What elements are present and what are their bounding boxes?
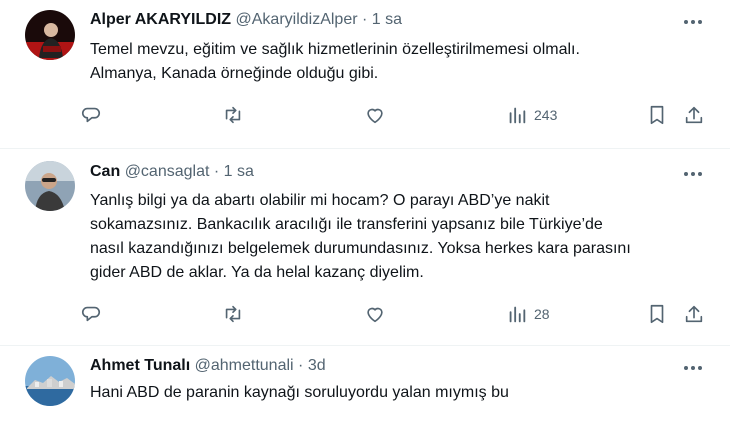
more-icon[interactable] <box>680 12 706 32</box>
bookmark-button[interactable] <box>646 104 668 126</box>
reply-button[interactable] <box>80 104 102 126</box>
retweet-button[interactable] <box>222 303 244 325</box>
tweet-2[interactable]: Can @cansaglat · 1 sa Yanlış bilgi ya da… <box>0 149 730 346</box>
share-button[interactable] <box>683 104 705 126</box>
reply-button[interactable] <box>80 303 102 325</box>
separator-dot: · <box>213 163 220 180</box>
tweet-text: Temel mevzu, eğitim ve sağlık hizmetleri… <box>90 38 580 86</box>
tweet-1[interactable]: Alper AKARYILDIZ @AkaryildizAlper · 1 sa… <box>0 0 730 149</box>
reply-icon <box>81 107 101 123</box>
share-button[interactable] <box>683 303 705 325</box>
more-icon[interactable] <box>680 358 706 378</box>
views-button[interactable]: 243 <box>506 104 557 126</box>
tweet-text-line: gider ABD de aklar. Ya da helal kazanç d… <box>90 264 424 281</box>
share-icon <box>685 106 703 124</box>
views-icon <box>509 107 526 124</box>
views-button[interactable]: 28 <box>506 303 550 325</box>
timestamp[interactable]: 3d <box>308 357 326 374</box>
separator-dot: · <box>298 357 304 374</box>
display-name[interactable]: Alper AKARYILDIZ <box>90 11 231 28</box>
views-icon <box>509 306 526 323</box>
like-button[interactable] <box>364 303 386 325</box>
handle[interactable]: @AkaryildizAlper <box>236 11 358 28</box>
tweet-header: Ahmet Tunalı @ahmettunali · 3d <box>90 356 326 376</box>
action-bar: 28 <box>0 303 730 327</box>
tweet-header: Can @cansaglat · 1 sa <box>90 162 254 182</box>
action-bar: 243 <box>0 104 730 128</box>
more-icon[interactable] <box>680 164 706 184</box>
handle[interactable]: @cansaglat <box>125 163 210 180</box>
tweet-text-line: Temel mevzu, eğitim ve sağlık hizmetleri… <box>90 41 580 58</box>
tweet-text-line: sokamazsınız. Bankacılık aracılığı ile t… <box>90 216 603 233</box>
display-name[interactable]: Ahmet Tunalı <box>90 357 190 374</box>
separator-dot: · <box>362 11 368 28</box>
display-name[interactable]: Can <box>90 163 120 180</box>
tweet-text-line: Almanya, Kanada örneğinde olduğu gibi. <box>90 65 379 82</box>
bookmark-icon <box>650 304 664 324</box>
tweet-text: Hani ABD de paranin kaynağı soruluyordu … <box>90 381 509 405</box>
views-count: 243 <box>534 107 558 123</box>
bookmark-icon <box>650 105 664 125</box>
handle[interactable]: @ahmettunali <box>195 357 294 374</box>
avatar[interactable] <box>25 161 75 211</box>
retweet-button[interactable] <box>222 104 244 126</box>
bookmark-button[interactable] <box>646 303 668 325</box>
timestamp[interactable]: 1 sa <box>224 163 254 180</box>
retweet-icon <box>225 106 241 124</box>
tweet-text: Yanlış bilgi ya da abartı olabilir mi ho… <box>90 189 631 285</box>
share-icon <box>685 305 703 323</box>
views-count: 28 <box>534 306 550 322</box>
tweet-text-line: Hani ABD de paranin kaynağı soruluyordu … <box>90 384 509 401</box>
tweet-3[interactable]: Ahmet Tunalı @ahmettunali · 3d Hani ABD … <box>0 346 730 421</box>
like-icon <box>367 307 383 323</box>
like-icon <box>367 108 383 124</box>
tweet-text-line: nasıl kazandığınızı belgelemek durumunda… <box>90 240 631 257</box>
avatar[interactable] <box>25 10 75 60</box>
timestamp[interactable]: 1 sa <box>372 11 402 28</box>
tweet-text-line: Yanlış bilgi ya da abartı olabilir mi ho… <box>90 192 550 209</box>
reply-icon <box>81 306 101 322</box>
tweet-header: Alper AKARYILDIZ @AkaryildizAlper · 1 sa <box>90 10 402 30</box>
like-button[interactable] <box>364 104 386 126</box>
retweet-icon <box>225 305 241 323</box>
avatar[interactable] <box>25 356 75 406</box>
